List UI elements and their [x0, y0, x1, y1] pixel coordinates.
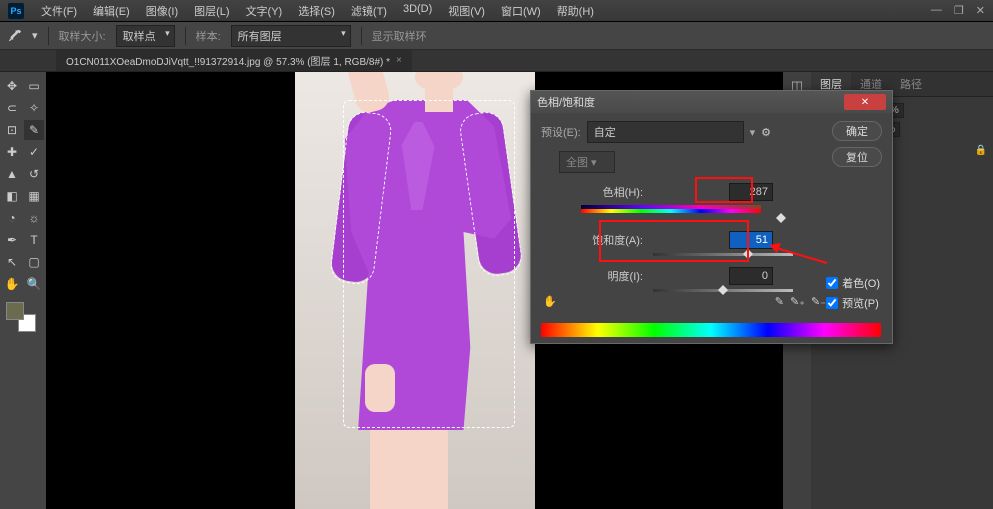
document-tab-bar: O1CN011XOeaDmoDJiVqtt_!!91372914.jpg @ 5… — [0, 50, 993, 72]
menu-help[interactable]: 帮助(H) — [550, 1, 601, 21]
preview-checkbox[interactable]: 预览(P) — [826, 295, 880, 311]
dialog-close-button[interactable]: ✕ — [844, 94, 886, 110]
ok-button[interactable]: 确定 — [832, 121, 882, 141]
lightness-slider[interactable] — [653, 287, 793, 295]
hue-label: 色相(H): — [583, 184, 643, 200]
menu-select[interactable]: 选择(S) — [291, 1, 342, 21]
chevron-down-icon[interactable]: ▾ — [32, 29, 38, 42]
gradient-tool[interactable]: ▦ — [24, 186, 44, 206]
edit-select[interactable]: 全图 ▾ — [559, 151, 615, 173]
lightness-label: 明度(I): — [583, 268, 643, 284]
maximize-icon[interactable]: ❐ — [954, 4, 964, 17]
eraser-tool[interactable]: ◧ — [2, 186, 22, 206]
menu-3d[interactable]: 3D(D) — [396, 1, 439, 21]
menu-type[interactable]: 文字(Y) — [239, 1, 290, 21]
menu-filter[interactable]: 滤镜(T) — [344, 1, 394, 21]
main-menu: 文件(F) 编辑(E) 图像(I) 图层(L) 文字(Y) 选择(S) 滤镜(T… — [34, 1, 931, 21]
sample-label: 样本: — [196, 28, 221, 44]
wand-tool[interactable]: ✧ — [24, 98, 44, 118]
saturation-slider[interactable] — [653, 251, 793, 259]
options-bar: ▾ 取样大小: 取样点 样本: 所有图层 显示取样环 — [0, 22, 993, 50]
menu-file[interactable]: 文件(F) — [34, 1, 84, 21]
dodge-tool[interactable]: ☼ — [24, 208, 44, 228]
close-tab-icon[interactable]: × — [396, 55, 402, 66]
pen-tool[interactable]: ✒ — [2, 230, 22, 250]
preset-label: 预设(E): — [541, 124, 581, 140]
sample-select[interactable]: 所有图层 — [231, 25, 351, 47]
dialog-titlebar[interactable]: 色相/饱和度 ✕ — [531, 91, 892, 113]
sample-size-label: 取样大小: — [59, 28, 106, 44]
sample-size-select[interactable]: 取样点 — [116, 25, 175, 47]
type-tool[interactable]: T — [24, 230, 44, 250]
document-tab[interactable]: O1CN011XOeaDmoDJiVqtt_!!91372914.jpg @ 5… — [56, 50, 412, 71]
menu-edit[interactable]: 编辑(E) — [86, 1, 137, 21]
history-brush-tool[interactable]: ↺ — [24, 164, 44, 184]
blur-tool[interactable]: ◔ — [2, 208, 22, 228]
hue-saturation-dialog: 色相/饱和度 ✕ 预设(E): 自定 ▾ ⚙ 确定 复位 全图 ▾ 色相(H):… — [530, 90, 893, 344]
hand-tool[interactable]: ✋ — [2, 274, 22, 294]
eyedropper-add-icon[interactable]: ✎₊ — [790, 295, 805, 308]
menu-image[interactable]: 图像(I) — [139, 1, 185, 21]
marquee-tool[interactable]: ▭ — [24, 76, 44, 96]
color-spectrum — [541, 323, 881, 337]
heal-tool[interactable]: ✚ — [2, 142, 22, 162]
close-icon[interactable]: ✕ — [976, 4, 985, 17]
chevron-down-icon[interactable]: ▾ — [750, 126, 756, 139]
shape-tool[interactable]: ▢ — [24, 252, 44, 272]
hue-slider[interactable] — [653, 215, 793, 223]
colorize-checkbox[interactable]: 着色(O) — [826, 275, 880, 291]
app-logo: Ps — [8, 3, 24, 19]
menu-layer[interactable]: 图层(L) — [187, 1, 236, 21]
show-ring-label[interactable]: 显示取样环 — [372, 28, 427, 44]
toolbox: ✥▭ ⊂✧ ⊡✎ ✚✓ ▲↺ ◧▦ ◔☼ ✒T ↖▢ ✋🔍 — [0, 72, 46, 509]
lightness-field[interactable]: 0 — [729, 267, 773, 285]
eyedropper-group: ✎ ✎₊ ✎₋ — [775, 295, 826, 308]
eyedropper-tool[interactable]: ✎ — [24, 120, 44, 140]
minimize-icon[interactable]: — — [931, 4, 942, 17]
dialog-title: 色相/饱和度 — [537, 94, 595, 110]
eyedropper-icon — [8, 29, 22, 43]
lasso-tool[interactable]: ⊂ — [2, 98, 22, 118]
hue-field[interactable]: 287 — [729, 183, 773, 201]
tab-paths[interactable]: 路径 — [891, 72, 931, 96]
menu-window[interactable]: 窗口(W) — [494, 1, 548, 21]
saturation-field[interactable]: 51 — [729, 231, 773, 249]
reset-button[interactable]: 复位 — [832, 147, 882, 167]
eyedropper-sub-icon[interactable]: ✎₋ — [811, 295, 826, 308]
lightness-thumb[interactable] — [718, 285, 728, 295]
lock-icon[interactable]: 🔒 — [975, 145, 987, 156]
menu-bar: Ps 文件(F) 编辑(E) 图像(I) 图层(L) 文字(Y) 选择(S) 滤… — [0, 0, 993, 22]
color-swatches[interactable] — [6, 302, 36, 332]
hue-strip-bottom — [581, 209, 761, 213]
saturation-label: 饱和度(A): — [583, 232, 643, 248]
move-tool[interactable]: ✥ — [2, 76, 22, 96]
hand-icon[interactable]: ✋ — [543, 295, 557, 308]
gear-icon[interactable]: ⚙ — [761, 126, 771, 139]
foreground-swatch[interactable] — [6, 302, 24, 320]
menu-view[interactable]: 视图(V) — [441, 1, 492, 21]
eyedropper-icon[interactable]: ✎ — [775, 295, 784, 308]
document-image — [295, 72, 535, 509]
path-tool[interactable]: ↖ — [2, 252, 22, 272]
crop-tool[interactable]: ⊡ — [2, 120, 22, 140]
saturation-thumb[interactable] — [743, 249, 753, 259]
brush-tool[interactable]: ✓ — [24, 142, 44, 162]
document-tab-label: O1CN011XOeaDmoDJiVqtt_!!91372914.jpg @ 5… — [66, 53, 390, 68]
hue-thumb[interactable] — [776, 213, 786, 223]
stamp-tool[interactable]: ▲ — [2, 164, 22, 184]
preset-select[interactable]: 自定 — [587, 121, 744, 143]
window-controls: — ❐ ✕ — [931, 4, 985, 17]
zoom-tool[interactable]: 🔍 — [24, 274, 44, 294]
